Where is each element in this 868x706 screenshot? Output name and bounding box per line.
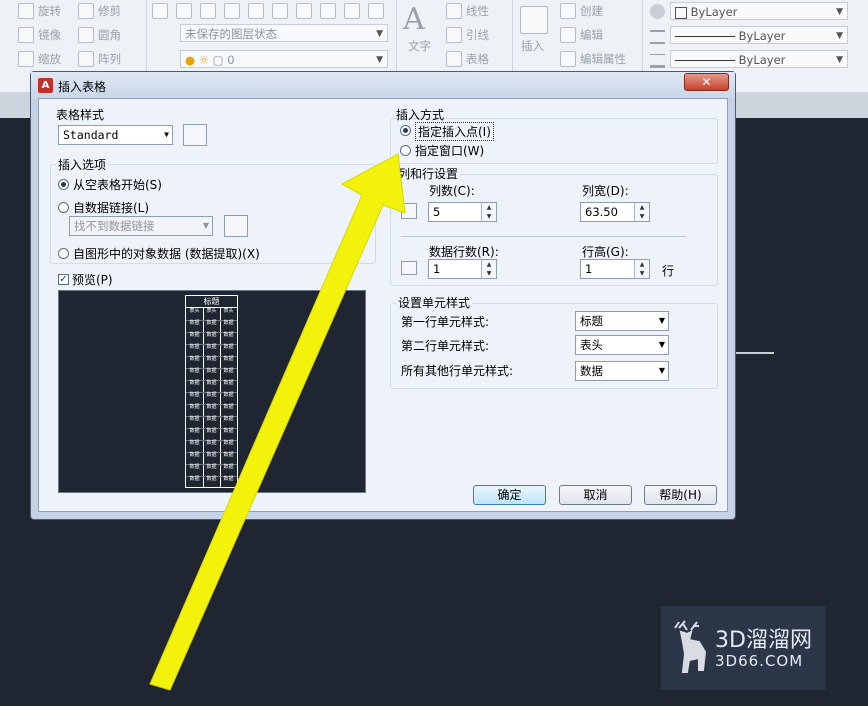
watermark-logo: 3D溜溜网 3D66.COM <box>661 606 825 690</box>
arrow-shape <box>149 153 406 691</box>
watermark-brand: 3D溜溜网 <box>715 628 812 653</box>
deer-logo-icon <box>674 620 707 673</box>
watermark-site: 3D66.COM <box>715 652 804 670</box>
annotation-arrow <box>149 153 406 691</box>
